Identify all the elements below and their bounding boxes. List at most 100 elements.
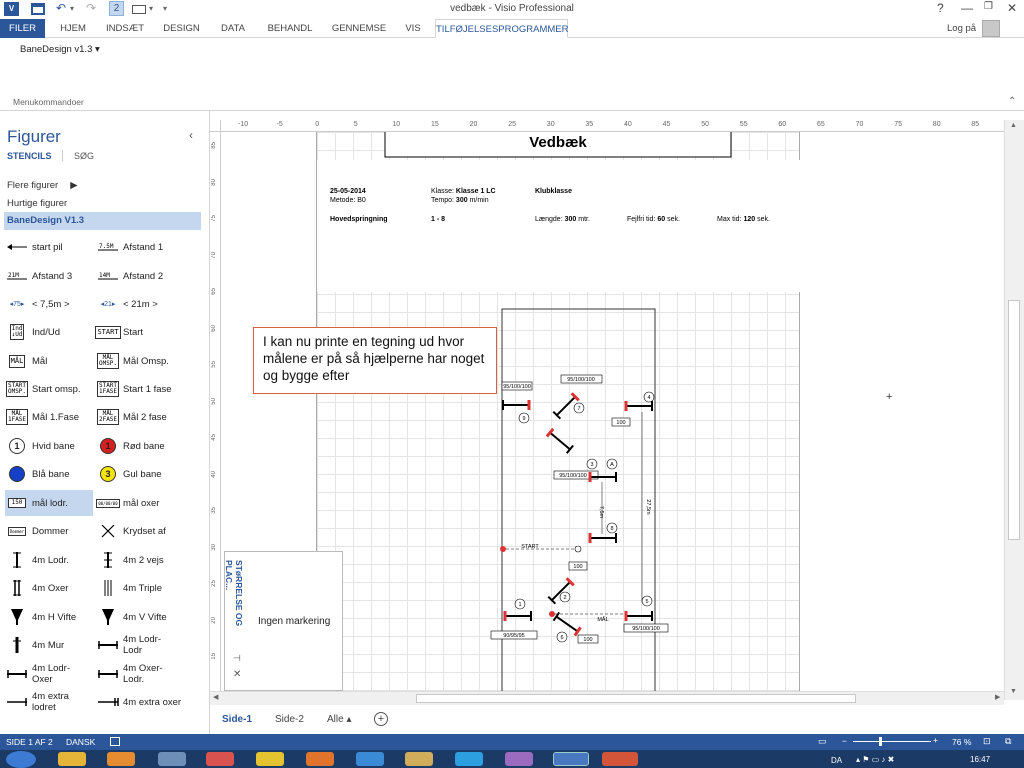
close-panel-icon[interactable]: ✕ (233, 669, 241, 680)
presentation-mode-icon[interactable]: ▭ (818, 736, 827, 747)
shape-maal[interactable]: MÅL Mål (5, 348, 47, 374)
tab-vis[interactable]: VIS (398, 19, 428, 38)
windows-start-icon[interactable] (6, 751, 36, 768)
shape-maal-oxer[interactable]: 00/00/00 mål oxer (96, 490, 159, 516)
zoom-slider-thumb[interactable] (879, 737, 882, 746)
more-shapes-link[interactable]: Flere figurer ▶ (7, 180, 78, 191)
shape-4m-v-vifte[interactable]: 4m V Vifte (96, 604, 167, 630)
media-player-icon[interactable] (107, 752, 135, 766)
shape-afstand-1[interactable]: 7.5M Afstand 1 (96, 234, 163, 260)
tab-side-2[interactable]: Side-2 (275, 714, 304, 725)
restore-icon[interactable]: ❐ (984, 1, 993, 12)
shape-21m[interactable]: ◂21▸ < 21m > (96, 291, 158, 317)
add-page-icon[interactable]: + (374, 712, 388, 726)
zoom-slider[interactable] (853, 741, 931, 742)
shape-afstand-3[interactable]: 21M Afstand 3 (5, 263, 72, 289)
tab-side-1[interactable]: Side-1 (222, 714, 252, 725)
tab-soeg[interactable]: SØG (74, 151, 94, 161)
shape-hvid-bane[interactable]: 1 Hvid bane (5, 433, 75, 459)
tab-stencils[interactable]: STENCILS (7, 151, 52, 161)
login-link[interactable]: Log på (947, 23, 976, 34)
vertical-scrollbar[interactable]: ▲ ▼ (1004, 120, 1024, 700)
shape-gul-bane[interactable]: 3 Gul bane (96, 461, 162, 487)
shape-afstand-2[interactable]: 14M Afstand 2 (96, 263, 163, 289)
drawing-page[interactable]: Vedbæk 25-05-2014 Metode: B0 Klasse: Kla… (316, 132, 801, 700)
vertical-ruler[interactable]: 85 80 75 70 65 60 55 50 45 40 35 30 25 20 15 (210, 132, 221, 700)
banedesign-menu-button[interactable]: BaneDesign v1.3 ▾ (20, 44, 100, 55)
horizontal-scrollbar[interactable]: ◀ ▶ (210, 691, 1004, 705)
shape-maal-omsp[interactable]: MÅL OMSP. Mål Omsp. (96, 348, 169, 374)
skype-icon[interactable] (455, 752, 483, 766)
shape-7-5m[interactable]: ◂75▸ < 7,5m > (5, 291, 70, 317)
tray-icons[interactable]: ▴ ⚑ ▭ ♪ ✖ (856, 755, 894, 764)
shape-start-omsp[interactable]: START OMSP. Start omsp. (5, 376, 81, 402)
tab-alle[interactable]: Alle ▴ (327, 714, 351, 725)
active-stencil-header[interactable]: BaneDesign V1.3 (4, 212, 201, 230)
shape-dommer[interactable]: Dommer Dommer (5, 518, 68, 544)
firefox-icon[interactable] (306, 752, 334, 766)
collapse-ribbon-icon[interactable]: ⌃ (1008, 96, 1016, 107)
help-button[interactable]: ? (937, 1, 944, 15)
app-icon[interactable] (505, 752, 533, 766)
quick-shapes-link[interactable]: Hurtige figurer (7, 198, 67, 209)
shape-ind-ud[interactable]: Ind ↓Ud Ind/Ud (5, 319, 60, 345)
collapse-pane-icon[interactable]: ‹ (189, 128, 193, 142)
tab-tilfoejelsesprogrammer[interactable]: TILFØJELSESPROGRAMMER (435, 19, 569, 38)
scroll-down-icon[interactable]: ▼ (1010, 688, 1017, 695)
tab-behandl[interactable]: BEHANDL (262, 19, 318, 38)
pin-icon[interactable]: ⊣ (233, 653, 241, 664)
macro-record-icon[interactable] (110, 737, 120, 746)
shape-4m-extra-oxer[interactable]: 4m extra oxer (96, 689, 181, 715)
scroll-right-icon[interactable]: ▶ (995, 693, 1000, 701)
taskbar-language[interactable]: DA (831, 756, 842, 765)
visio-taskbar-icon[interactable] (553, 752, 589, 766)
switch-windows-icon[interactable]: ⧉ (1005, 736, 1011, 747)
shape-4m-extra-lodret[interactable]: 4m extra lodret (5, 689, 82, 715)
slack-icon[interactable] (206, 752, 234, 766)
ie-icon[interactable] (356, 752, 384, 766)
scroll-left-icon[interactable]: ◀ (213, 693, 218, 701)
shape-start-pil[interactable]: start pil (5, 234, 63, 260)
shape-4m-lodr[interactable]: 4m Lodr. (5, 547, 69, 573)
shape-4m-lodr-oxer[interactable]: 4m Lodr-Oxer (5, 661, 82, 687)
folder-icon[interactable] (405, 752, 433, 766)
shape-start[interactable]: START Start (95, 319, 143, 345)
fit-page-icon[interactable]: ⊡ (983, 736, 991, 747)
close-icon[interactable]: ✕ (1007, 1, 1017, 15)
shape-4m-lodr-lodr[interactable]: 4m Lodr-Lodr (96, 632, 173, 658)
shape-4m-oxer-lodr[interactable]: 4m Oxer-Lodr. (96, 661, 173, 687)
horizontal-scroll-thumb[interactable] (416, 694, 856, 703)
zoom-out-button[interactable]: − (842, 736, 847, 746)
explorer-icon[interactable] (58, 752, 86, 766)
tools-icon[interactable] (158, 752, 186, 766)
clock[interactable]: 16:47 (970, 755, 990, 764)
shape-blaa-bane[interactable]: 2 Blå bane (5, 461, 70, 487)
powerpoint-icon[interactable] (602, 752, 638, 766)
minimize-icon[interactable]: — (961, 1, 973, 15)
horizontal-ruler[interactable]: -10 -5 0 5 10 15 20 25 30 35 40 45 50 55 60 65 70 75 80 85 (221, 120, 1014, 132)
zoom-in-button[interactable]: + (933, 735, 938, 745)
shape-start-1-fase[interactable]: START 1FASE Start 1 fase (96, 376, 172, 402)
tab-data[interactable]: DATA (213, 19, 253, 38)
zoom-level[interactable]: 76 % (952, 737, 971, 747)
vertical-scroll-thumb[interactable] (1008, 300, 1020, 540)
avatar[interactable] (982, 20, 1000, 37)
shape-4m-triple[interactable]: 4m Triple (96, 575, 162, 601)
page-indicator[interactable]: SIDE 1 AF 2 (6, 737, 53, 747)
shape-maal-lodr[interactable]: 150 mål lodr. (5, 490, 93, 516)
tab-indsaet[interactable]: INDSÆT (101, 19, 149, 38)
shape-roed-bane[interactable]: 1 Rød bane (96, 433, 165, 459)
tab-hjem[interactable]: HJEM (53, 19, 93, 38)
shape-krydset-af[interactable]: Krydset af (96, 518, 166, 544)
shape-maal-1-fase[interactable]: MÅL 1FASE Mål 1.Fase (5, 404, 79, 430)
chrome-icon[interactable] (256, 752, 284, 766)
tab-filer[interactable]: FILER (0, 19, 45, 38)
shape-4m-h-vifte[interactable]: 4m H Vifte (5, 604, 76, 630)
shape-4m-mur[interactable]: 4m Mur (5, 632, 64, 658)
tab-design[interactable]: DESIGN (158, 19, 205, 38)
language-indicator[interactable]: DANSK (66, 737, 95, 747)
tab-gennemse[interactable]: GENNEMSE (327, 19, 391, 38)
shape-maal-2-fase[interactable]: MÅL 2FASE Mål 2 fase (96, 404, 167, 430)
scroll-up-icon[interactable]: ▲ (1010, 122, 1017, 129)
shape-4m-2-vejs[interactable]: 4m 2 vejs (96, 547, 164, 573)
